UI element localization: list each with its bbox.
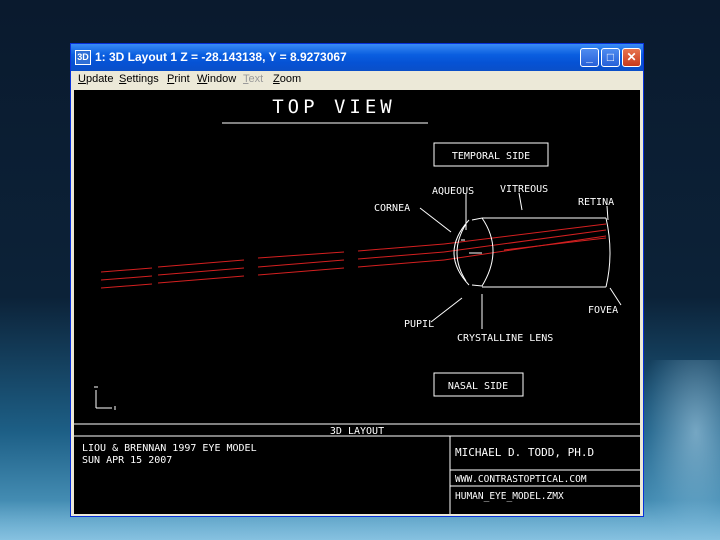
aqueous-surface (456, 223, 467, 282)
menu-zoom[interactable]: Zoom (273, 73, 301, 85)
label-cornea: CORNEA (374, 203, 410, 214)
temporal-side-label: TEMPORAL SIDE (452, 151, 530, 162)
maximize-button[interactable]: □ (601, 48, 620, 67)
view-title: TOP VIEW (272, 96, 396, 118)
footer-date: SUN APR 15 2007 (82, 455, 172, 466)
footer-file: HUMAN_EYE_MODEL.ZMX (455, 491, 564, 502)
label-pupil: PUPIL (404, 319, 434, 330)
zemax-layout-window[interactable]: 3D 1: 3D Layout 1 Z = -28.143138, Y = 8.… (70, 43, 644, 517)
layout-drawing: TOP VIEW TEMPORAL SIDE AQUEOUS VITREOUS … (74, 96, 640, 514)
menu-bar: Update Settings Print Window Text Zoom (73, 71, 641, 88)
footer-header: 3D LAYOUT (330, 426, 384, 437)
window-title: 1: 3D Layout 1 Z = -28.143138, Y = 8.927… (95, 50, 347, 64)
menu-update[interactable]: Update (78, 73, 113, 85)
title-bar[interactable]: 3D 1: 3D Layout 1 Z = -28.143138, Y = 8.… (71, 44, 643, 71)
label-vitreous: VITREOUS (500, 184, 548, 195)
cornea-surface (453, 219, 470, 286)
label-fovea: FOVEA (588, 305, 618, 316)
eye-model (453, 217, 611, 288)
app-icon[interactable]: 3D (75, 50, 91, 65)
menu-settings[interactable]: Settings (119, 73, 159, 85)
axis-indicator-icon (94, 386, 116, 410)
label-crystalline-lens: CRYSTALLINE LENS (457, 333, 553, 344)
crystalline-lens (471, 217, 494, 287)
layout-canvas[interactable]: TOP VIEW TEMPORAL SIDE AQUEOUS VITREOUS … (74, 90, 640, 514)
label-retina: RETINA (578, 197, 614, 208)
minimize-button[interactable]: _ (580, 48, 599, 67)
ray-bundle (100, 223, 607, 289)
nasal-side-label: NASAL SIDE (448, 381, 508, 392)
footer-website: WWW.CONTRASTOPTICAL.COM (455, 474, 587, 485)
menu-window[interactable]: Window (197, 73, 236, 85)
menu-text[interactable]: Text (243, 73, 263, 85)
footer-author: MICHAEL D. TODD, PH.D (455, 446, 594, 459)
menu-print[interactable]: Print (167, 73, 190, 85)
label-aqueous: AQUEOUS (432, 186, 474, 197)
close-button[interactable]: ✕ (622, 48, 641, 67)
retina-surface (605, 217, 611, 288)
footer-model: LIOU & BRENNAN 1997 EYE MODEL (82, 443, 257, 454)
